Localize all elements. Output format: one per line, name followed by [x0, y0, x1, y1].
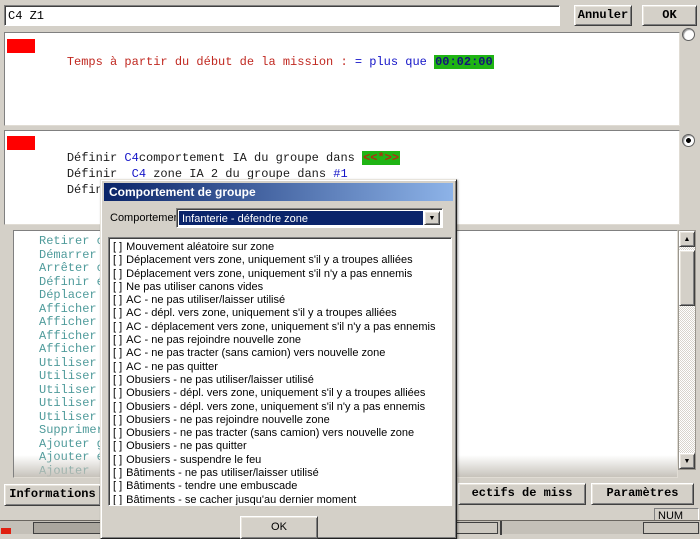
- option-label: Obusiers - dépl. vers zone, uniquement s…: [126, 387, 425, 399]
- condition-marker: [7, 39, 35, 53]
- behavior-option[interactable]: [ ] Obusiers - ne pas tracter (sans camio…: [113, 427, 451, 440]
- option-label: Obusiers - ne pas tracter (sans camion) …: [126, 427, 414, 439]
- checkbox-icon: [ ]: [113, 401, 122, 413]
- ok-button[interactable]: OK: [642, 5, 697, 26]
- scroll-down-icon[interactable]: ▼: [679, 453, 695, 469]
- taskbar-red-fragment: [1, 528, 11, 534]
- radio-button-actions[interactable]: [682, 134, 695, 147]
- behavior-option[interactable]: [ ] Bâtiments - tendre une embuscade: [113, 480, 451, 493]
- checkbox-icon: [ ]: [113, 334, 122, 346]
- option-label: AC - ne pas quitter: [126, 361, 218, 373]
- condition-panel: Temps à partir du début de la mission : …: [4, 32, 680, 126]
- condition-text: Temps à partir du début de la mission :: [67, 55, 355, 69]
- option-label: Obusiers - suspendre le feu: [126, 454, 261, 466]
- checkbox-icon: [ ]: [113, 414, 122, 426]
- checkbox-icon: [ ]: [113, 467, 122, 479]
- option-label: Obusiers - ne pas utiliser/laisser utili…: [126, 374, 314, 386]
- option-label: Bâtiments - tendre une embuscade: [126, 480, 297, 492]
- cancel-button[interactable]: Annuler: [574, 5, 632, 26]
- action-value-placeholder[interactable]: <<*>>: [362, 151, 400, 165]
- behavior-option[interactable]: [ ] AC - déplacement vers zone, uniquemen…: [113, 321, 451, 334]
- taskbar-divider: [500, 521, 502, 535]
- chevron-down-icon[interactable]: ▼: [424, 211, 440, 225]
- behavior-option[interactable]: [ ] Obusiers - ne pas quitter: [113, 440, 451, 453]
- option-label: AC - dépl. vers zone, uniquement s'il y …: [126, 307, 397, 319]
- condition-time-value[interactable]: 00:02:00: [434, 55, 494, 69]
- checkbox-icon: [ ]: [113, 361, 122, 373]
- option-label: Mouvement aléatoire sur zone: [126, 241, 274, 253]
- condition-line[interactable]: Temps à partir du début de la mission : …: [38, 40, 494, 85]
- action-marker: [7, 136, 35, 150]
- checkbox-icon: [ ]: [113, 427, 122, 439]
- behavior-option[interactable]: [ ] Obusiers - ne pas utiliser/laisser ut…: [113, 374, 451, 387]
- dialog-ok-button[interactable]: OK: [240, 516, 318, 539]
- behavior-option[interactable]: [ ] Mouvement aléatoire sur zone: [113, 241, 451, 254]
- option-label: Déplacement vers zone, uniquement s'il n…: [126, 268, 412, 280]
- behavior-option[interactable]: [ ] AC - ne pas utiliser/laisser utilisé: [113, 294, 451, 307]
- radio-button-condition[interactable]: [682, 28, 695, 41]
- option-label: AC - déplacement vers zone, uniquement s…: [126, 321, 435, 333]
- behavior-option[interactable]: [ ] Obusiers - dépl. vers zone, uniquemen…: [113, 401, 451, 414]
- behavior-option[interactable]: [ ] Déplacement vers zone, uniquement s'i…: [113, 254, 451, 267]
- behavior-option[interactable]: [ ] Obusiers - ne pas rejoindre nouvelle …: [113, 414, 451, 427]
- behavior-option[interactable]: [ ] Obusiers - dépl. vers zone, uniquemen…: [113, 387, 451, 400]
- behavior-option[interactable]: [ ] Ne pas utiliser canons vides: [113, 281, 451, 294]
- checkbox-icon: [ ]: [113, 281, 122, 293]
- command-list-scrollbar[interactable]: ▲ ▼: [678, 230, 696, 470]
- scrollbar-thumb[interactable]: [679, 250, 695, 306]
- option-label: Bâtiments - ne pas utiliser/laisser util…: [126, 467, 319, 479]
- option-label: Obusiers - dépl. vers zone, uniquement s…: [126, 401, 425, 413]
- behavior-option[interactable]: [ ] AC - ne pas rejoindre nouvelle zone: [113, 334, 451, 347]
- checkbox-icon: [ ]: [113, 241, 122, 253]
- option-label: AC - ne pas utiliser/laisser utilisé: [126, 294, 285, 306]
- checkbox-icon: [ ]: [113, 268, 122, 280]
- option-label: Obusiers - ne pas rejoindre nouvelle zon…: [126, 414, 330, 426]
- combobox-selected-value: Infanterie - défendre zone: [179, 211, 423, 225]
- mission-objectives-button[interactable]: ectifs de miss: [458, 483, 586, 505]
- behavior-option[interactable]: [ ] AC - dépl. vers zone, uniquement s'il…: [113, 307, 451, 320]
- checkbox-icon: [ ]: [113, 254, 122, 266]
- scroll-up-icon[interactable]: ▲: [679, 231, 695, 247]
- checkbox-icon: [ ]: [113, 321, 122, 333]
- checkbox-icon: [ ]: [113, 387, 122, 399]
- behavior-option[interactable]: [ ] Déplacement vers zone, uniquement s'i…: [113, 268, 451, 281]
- behavior-option[interactable]: [ ] Bâtiments - ne pas utiliser/laisser u…: [113, 467, 451, 480]
- option-label: AC - ne pas tracter (sans camion) vers n…: [126, 347, 385, 359]
- option-label: AC - ne pas rejoindre nouvelle zone: [126, 334, 301, 346]
- dialog-title-bar[interactable]: Comportement de groupe: [104, 183, 453, 201]
- checkbox-icon: [ ]: [113, 307, 122, 319]
- behavior-option[interactable]: [ ] Bâtiments - se cacher jusqu'au dernie…: [113, 494, 451, 506]
- condition-operator: = plus que: [355, 55, 434, 69]
- behavior-option[interactable]: [ ] Obusiers - suspendre le feu: [113, 454, 451, 467]
- condition-input[interactable]: [4, 5, 560, 26]
- checkbox-icon: [ ]: [113, 440, 122, 452]
- checkbox-icon: [ ]: [113, 347, 122, 359]
- option-label: Bâtiments - se cacher jusqu'au dernier m…: [126, 494, 356, 506]
- behavior-options-list: [ ] Mouvement aléatoire sur zone [ ] Dépla…: [108, 237, 452, 506]
- taskbar-fragment: [643, 522, 699, 534]
- checkbox-icon: [ ]: [113, 294, 122, 306]
- checkbox-icon: [ ]: [113, 480, 122, 492]
- behavior-combobox[interactable]: Infanterie - défendre zone ▼: [176, 208, 443, 228]
- informations-button[interactable]: Informations: [4, 484, 101, 506]
- option-label: Déplacement vers zone, uniquement s'il y…: [126, 254, 412, 266]
- checkbox-icon: [ ]: [113, 454, 122, 466]
- behavior-option[interactable]: [ ] AC - ne pas tracter (sans camion) ver…: [113, 347, 451, 360]
- parameters-button[interactable]: Paramètres: [591, 483, 694, 505]
- group-behavior-dialog: Comportement de groupe Comportement Infa…: [100, 179, 457, 539]
- checkbox-icon: [ ]: [113, 494, 122, 506]
- mission-editor-window: { "colors": { "red_marker": "#ff0000", "…: [0, 0, 700, 534]
- checkbox-icon: [ ]: [113, 374, 122, 386]
- option-label: Obusiers - ne pas quitter: [126, 440, 246, 452]
- behavior-option[interactable]: [ ] AC - ne pas quitter: [113, 361, 451, 374]
- behavior-label: Comportement: [110, 212, 176, 225]
- option-label: Ne pas utiliser canons vides: [126, 281, 263, 293]
